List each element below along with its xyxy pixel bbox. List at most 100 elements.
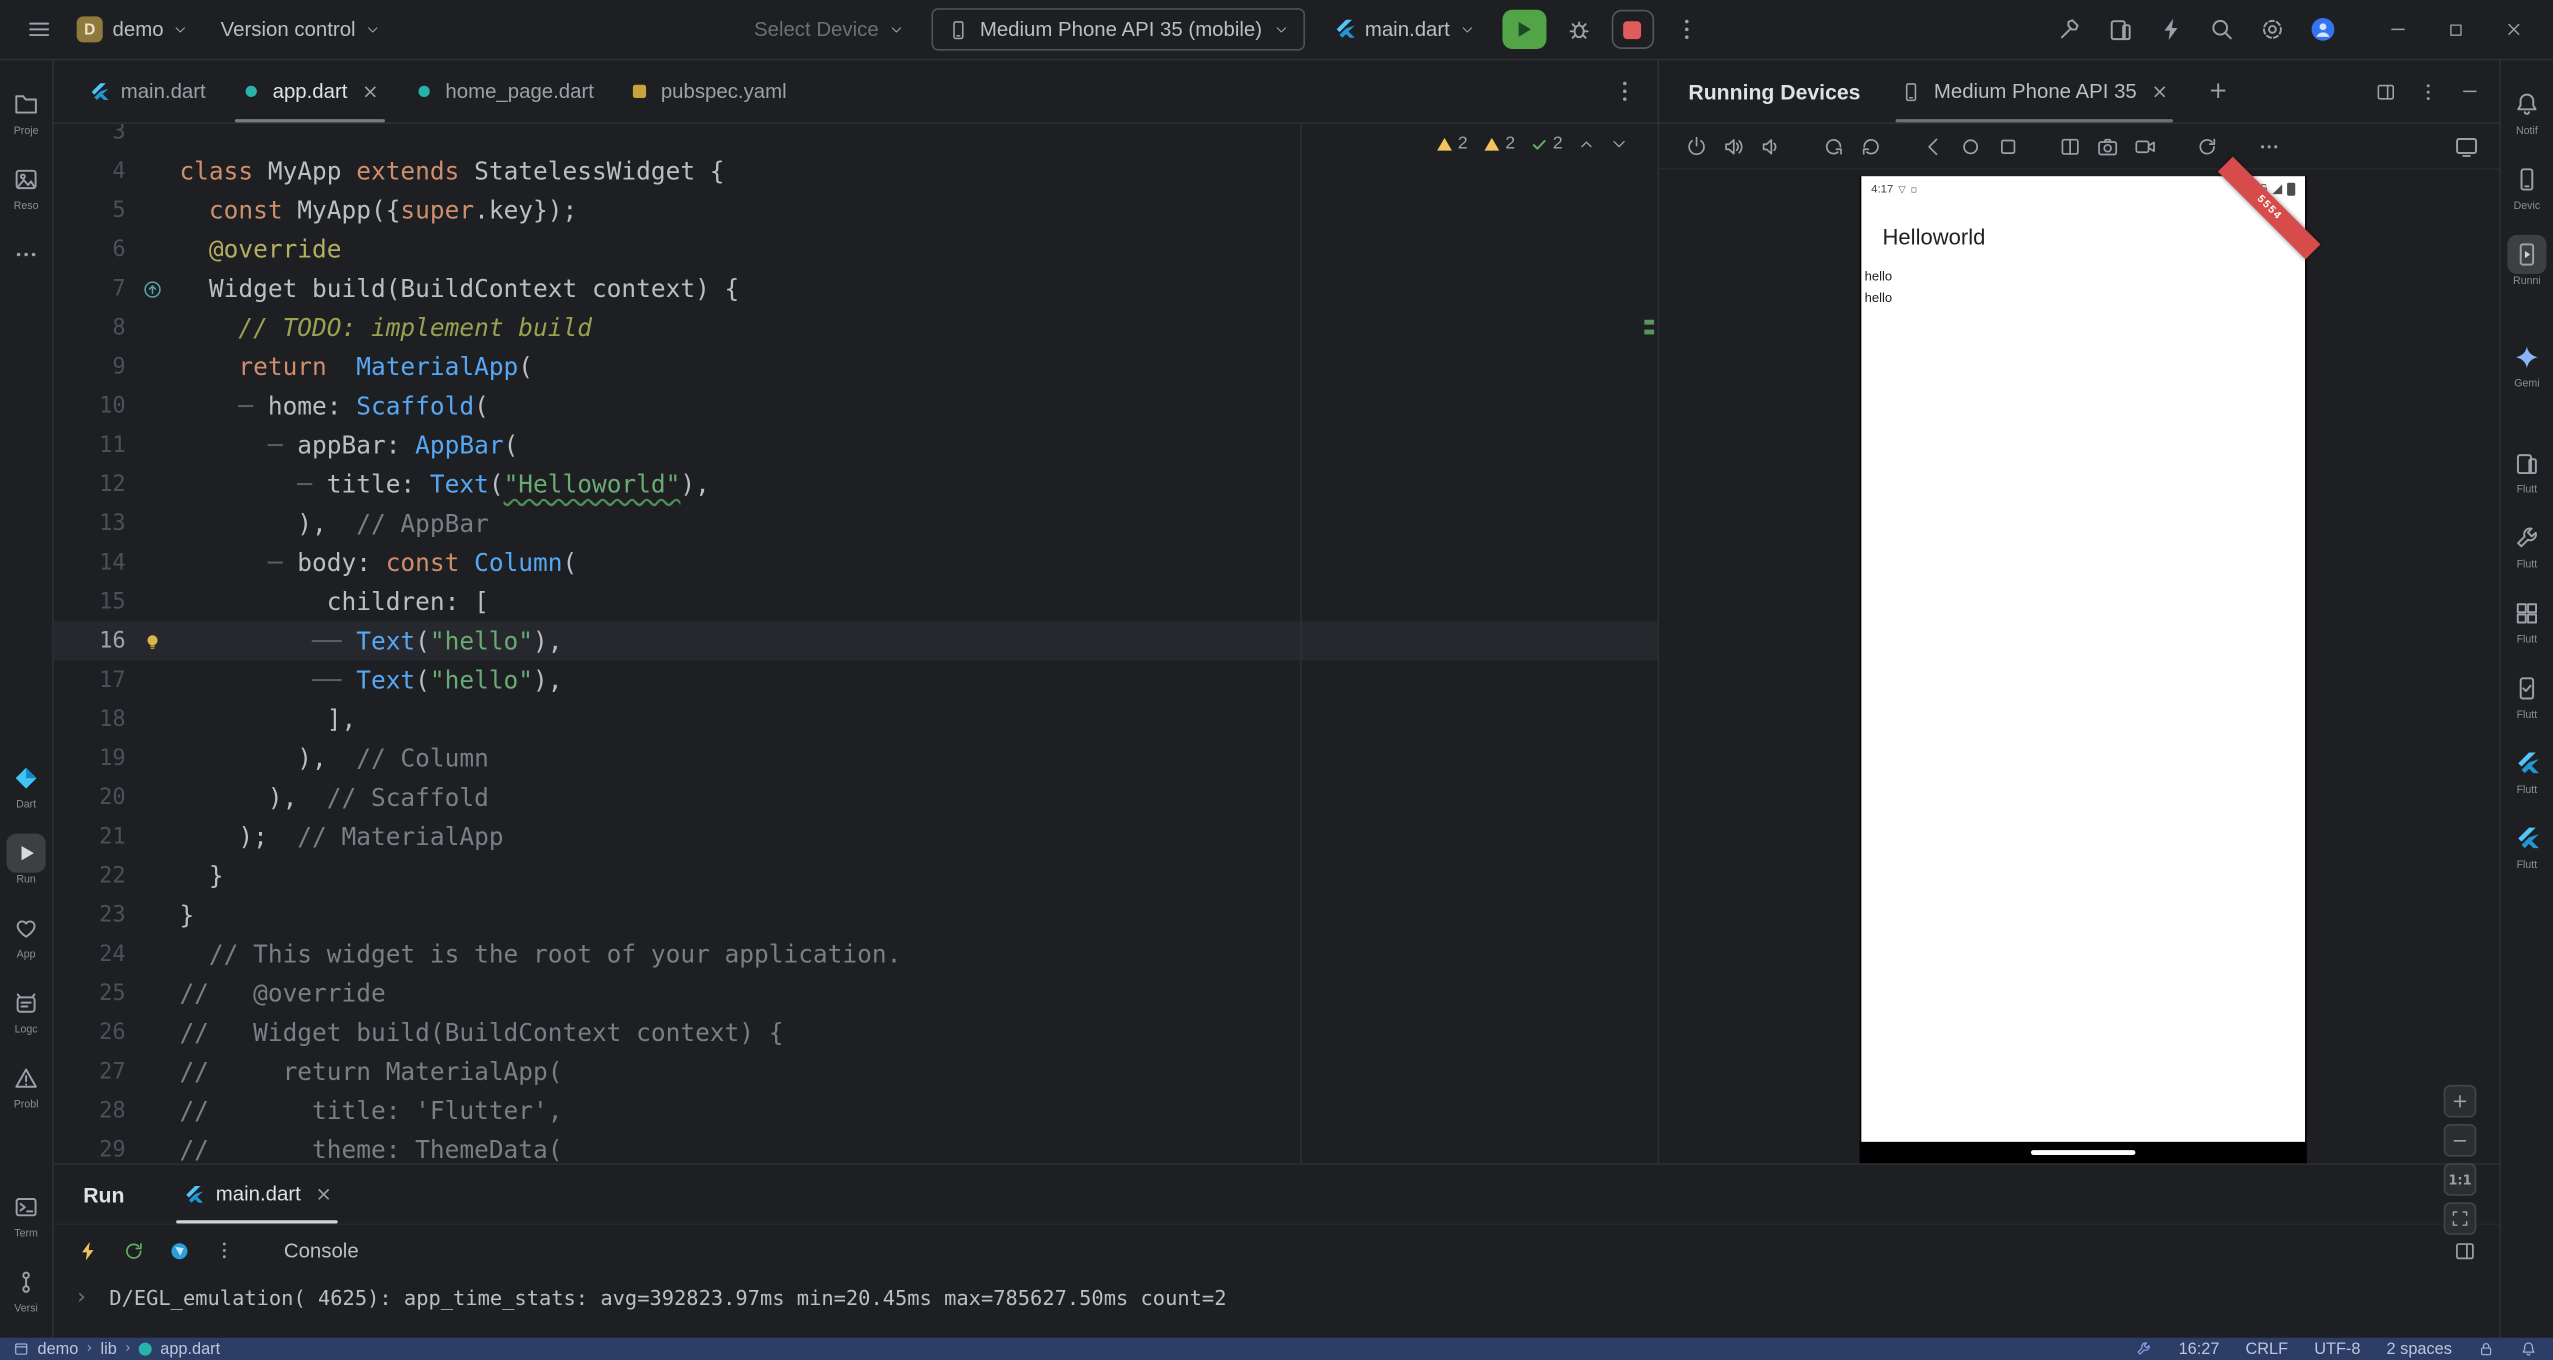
sidebar-item-terminal[interactable]: Term [0,1183,53,1247]
maximize-icon[interactable] [2447,20,2465,38]
run-button[interactable] [1502,10,1546,49]
code-line-24[interactable]: 24 // This widget is the root of your ap… [54,935,1658,974]
line-number[interactable]: 24 [54,935,126,974]
sidebar-item-gemini[interactable]: Gemi [2500,333,2553,397]
code-line-15[interactable]: 15 children: [ [54,582,1658,621]
console-layout-icon[interactable] [2453,1239,2476,1262]
line-number[interactable]: 18 [54,700,126,739]
code-line-12[interactable]: 12 ─ title: Text("Helloworld"), [54,465,1658,504]
code-line-13[interactable]: 13 ), // AppBar [54,504,1658,543]
device-selector[interactable]: Medium Phone API 35 (mobile) [931,8,1305,50]
line-number[interactable]: 5 [54,191,126,230]
breadcrumb[interactable]: demo [38,1340,79,1358]
zoom-fit-button[interactable] [2444,1202,2477,1235]
hide-panel-icon[interactable] [2460,82,2480,102]
code-line-8[interactable]: 8 // TODO: implement build [54,308,1658,347]
code-line-16[interactable]: 16 ── Text("hello"), [54,622,1658,661]
line-number[interactable]: 14 [54,543,126,582]
run-config-selector[interactable]: main.dart [1324,18,1482,41]
close-tab-icon[interactable]: × [362,80,378,103]
line-number[interactable]: 23 [54,896,126,935]
camera-icon[interactable] [2096,135,2119,158]
home-icon[interactable] [1959,135,1982,158]
sidebar-item-flutter-outline[interactable]: Flutt [2500,814,2553,878]
sidebar-item-app-quality-insights[interactable]: App [0,904,53,968]
line-number[interactable]: 13 [54,504,126,543]
code-line-23[interactable]: 23} [54,896,1658,935]
sidebar-item-version-control[interactable]: Versi [0,1258,53,1322]
code-line-5[interactable]: 5 const MyApp({super.key}); [54,191,1658,230]
avatar[interactable] [2310,16,2336,42]
version-control-selector[interactable]: Version control [213,18,389,41]
sidebar-item-flutter-inspector[interactable]: Flutt [2500,739,2553,803]
code-line-17[interactable]: 17 ── Text("hello"), [54,661,1658,700]
line-number[interactable]: 3 [54,124,126,152]
code-line-11[interactable]: 11 ─ appBar: AppBar( [54,426,1658,465]
line-number[interactable]: 4 [54,152,126,191]
zoom-in-button[interactable]: + [2444,1085,2477,1118]
fold-icon[interactable]: › [54,1285,109,1337]
sidebar-item-flutter-packages[interactable]: Flutt [2500,589,2553,653]
snapshot-icon[interactable] [2196,135,2219,158]
search-icon[interactable] [2209,16,2235,42]
zoom-out-button[interactable]: − [2444,1124,2477,1157]
code-line-20[interactable]: 20 ), // Scaffold [54,778,1658,817]
run-tab-main-dart[interactable]: main.dart × [167,1165,348,1224]
sidebar-item-device-manager[interactable]: Devic [2500,155,2553,219]
line-number[interactable]: 9 [54,347,126,386]
line-number[interactable]: 21 [54,817,126,856]
console-output[interactable]: › D/EGL_emulation( 4625): app_time_stats… [54,1276,2499,1338]
intention-bulb-icon[interactable] [126,622,180,661]
sidebar-item-flutter-tools[interactable]: Flutt [2500,514,2553,578]
breadcrumb[interactable]: lib [101,1340,117,1358]
code-line-7[interactable]: 7 Widget build(BuildContext context) { [54,269,1658,308]
home-pill[interactable] [2031,1150,2135,1156]
zoom-reset-button[interactable]: 1:1 [2444,1163,2477,1196]
close-run-tab-icon[interactable]: × [315,1183,331,1206]
settings-icon[interactable] [2259,16,2285,42]
line-number[interactable]: 25 [54,974,126,1013]
sidebar-item-notifications[interactable]: Notif [2500,80,2553,144]
open-devtools-icon[interactable] [168,1239,191,1262]
sidebar-item-problems[interactable]: Probl [0,1054,53,1118]
layout-icon[interactable] [2375,81,2396,102]
inspections-widget[interactable]: 2 2 2 [1435,134,1628,154]
sidebar-item-more-tool-windows[interactable] [0,230,53,281]
warnings-badge[interactable]: 2 [1435,134,1468,154]
indent-setting[interactable]: 2 spaces [2387,1340,2452,1358]
more-run-actions-icon[interactable] [1673,16,1699,42]
notifications-icon[interactable] [2520,1341,2536,1357]
cursor-position[interactable]: 16:27 [2179,1340,2220,1358]
code-line-10[interactable]: 10 ─ home: Scaffold( [54,387,1658,426]
tab-app-dart[interactable]: app.dart × [224,60,397,122]
debug-icon[interactable] [1566,16,1592,42]
code-line-3[interactable]: 3 [54,124,1658,152]
phone-nav-bar[interactable] [1860,1142,2307,1163]
project-selector[interactable]: D demo [69,16,197,42]
volume-down-icon[interactable] [1760,135,1783,158]
file-encoding[interactable]: UTF-8 [2314,1340,2360,1358]
add-device-button[interactable]: + [2209,78,2228,104]
rotate-left-icon[interactable] [1822,135,1845,158]
line-number[interactable]: 6 [54,230,126,269]
tab-main-dart[interactable]: main.dart [70,60,224,122]
code-line-14[interactable]: 14 ─ body: const Column( [54,543,1658,582]
sidebar-item-dart-analysis[interactable]: Dart [0,754,53,818]
line-number[interactable]: 20 [54,778,126,817]
next-problem-icon[interactable] [1610,135,1628,153]
select-device-dropdown[interactable]: Select Device [746,18,911,41]
emulator-area[interactable]: 4:17 ▽ ▫ 3G Helloworld [1659,170,2499,1163]
sidebar-item-flutter-device-check[interactable]: Flutt [2500,664,2553,728]
code-line-26[interactable]: 26// Widget build(BuildContext context) … [54,1013,1658,1052]
sidebar-item-flutter-devices[interactable]: Flutt [2500,439,2553,503]
code-line-18[interactable]: 18 ], [54,700,1658,739]
dart-analysis-icon[interactable] [2136,1341,2152,1357]
code-line-25[interactable]: 25// @override [54,974,1658,1013]
tab-home-page-dart[interactable]: home_page.dart [396,60,611,122]
record-icon[interactable] [2134,135,2157,158]
weak-warnings-badge[interactable]: 2 [1482,134,1515,154]
close-device-tab-icon[interactable]: × [2151,80,2167,103]
lightning-icon[interactable] [2158,16,2184,42]
device-tab-medium-phone[interactable]: Medium Phone API 35 × [1887,60,2183,122]
line-number[interactable]: 28 [54,1091,126,1130]
